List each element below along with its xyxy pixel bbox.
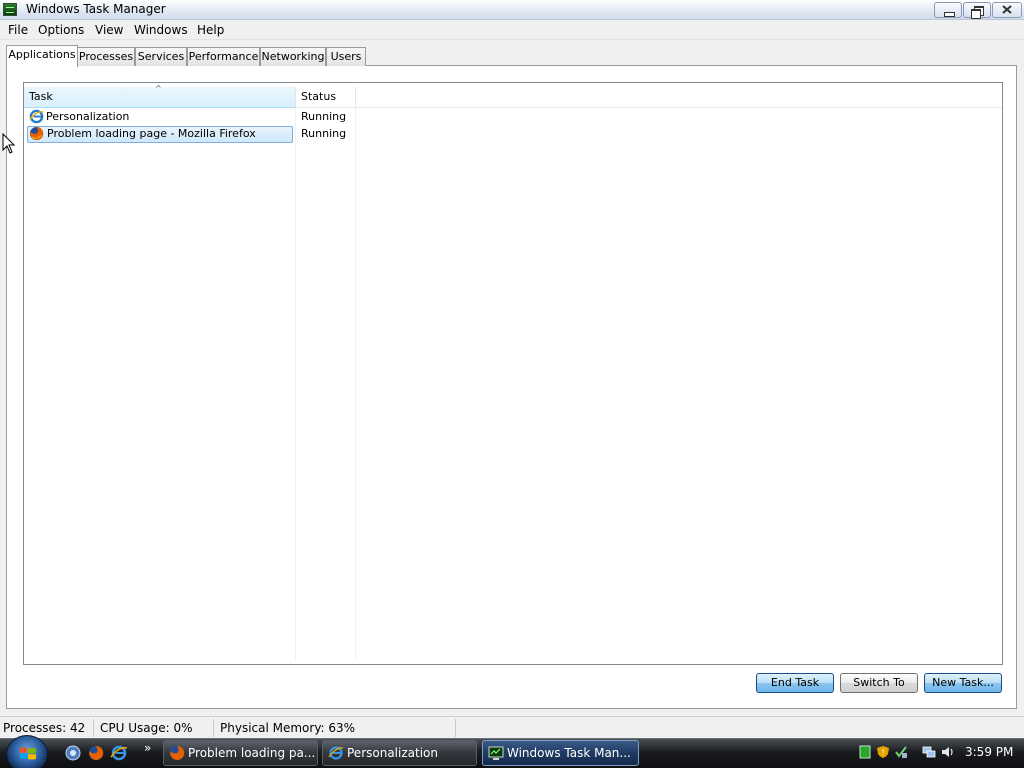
mouse-cursor-icon — [2, 133, 16, 154]
menu-options[interactable]: Options — [38, 23, 84, 37]
applications-list[interactable]: ^ Task Status Personalization Running Pr — [23, 82, 1003, 665]
clock[interactable]: 3:59 PM — [965, 745, 1013, 759]
volume-icon[interactable] — [941, 745, 955, 759]
internet-explorer-icon — [328, 746, 344, 760]
taskbar-item-task-manager[interactable]: Windows Task Man... — [482, 740, 639, 766]
quick-launch-overflow-icon[interactable]: » — [144, 741, 151, 755]
taskbar-item-label: Windows Task Man... — [507, 746, 631, 760]
start-button[interactable] — [6, 735, 48, 768]
new-task-button[interactable]: New Task... — [924, 673, 1002, 693]
show-desktop-icon[interactable] — [64, 744, 82, 762]
tab-processes[interactable]: Processes — [77, 47, 135, 66]
tab-users[interactable]: Users — [326, 47, 366, 66]
menu-file[interactable]: File — [8, 23, 28, 37]
status-divider — [93, 719, 94, 737]
status-divider — [213, 719, 214, 737]
physical-memory: Physical Memory: 63% — [220, 721, 356, 735]
firefox-icon[interactable] — [87, 744, 105, 762]
column-header-task-label: Task — [29, 90, 53, 103]
menu-bar: File Options View Windows Help — [0, 20, 1024, 40]
menu-help[interactable]: Help — [197, 23, 224, 37]
close-button[interactable] — [992, 2, 1022, 18]
restore-button[interactable] — [963, 2, 991, 19]
network-status-icon[interactable] — [894, 745, 908, 759]
window-title: Windows Task Manager — [26, 2, 166, 16]
task-manager-icon — [488, 746, 504, 760]
internet-explorer-icon[interactable] — [110, 744, 128, 762]
column-divider — [295, 108, 296, 661]
list-header: ^ Task Status — [24, 84, 1002, 108]
security-shield-icon[interactable]: ! — [876, 745, 890, 759]
restore-icon — [964, 3, 990, 19]
task-manager-icon — [3, 3, 17, 16]
processes-count: Processes: 42 — [3, 721, 86, 735]
taskbar-item-firefox[interactable]: Problem loading pa... — [163, 740, 318, 766]
taskbar-item-label: Problem loading pa... — [188, 746, 316, 760]
column-divider — [355, 108, 356, 661]
menu-windows[interactable]: Windows — [134, 23, 188, 37]
tab-applications[interactable]: Applications — [6, 45, 78, 67]
task-name: Problem loading page - Mozilla Firefox — [47, 127, 256, 140]
column-header-status[interactable]: Status — [296, 87, 356, 108]
column-header-task[interactable]: ^ Task — [24, 84, 296, 108]
end-task-button[interactable]: End Task — [756, 673, 834, 693]
status-bar: Processes: 42 CPU Usage: 0% Physical Mem… — [0, 716, 1024, 738]
network-connection-icon[interactable] — [922, 745, 936, 759]
status-divider — [455, 719, 456, 737]
taskbar-item-personalization[interactable]: Personalization — [322, 740, 477, 766]
firefox-icon — [29, 126, 44, 141]
menu-view[interactable]: View — [95, 23, 123, 37]
column-header-status-label: Status — [301, 90, 337, 103]
task-cell: Personalization — [27, 109, 293, 126]
minimize-button[interactable] — [934, 2, 962, 18]
windows-logo-icon — [20, 747, 36, 760]
close-icon — [1002, 5, 1012, 14]
svg-text:!: ! — [882, 748, 885, 757]
task-status: Running — [301, 110, 347, 123]
tab-networking[interactable]: Networking — [260, 47, 326, 66]
task-name: Personalization — [46, 110, 130, 123]
switch-to-button[interactable]: Switch To — [840, 673, 918, 693]
taskbar-item-label: Personalization — [347, 746, 438, 760]
tab-services[interactable]: Services — [135, 47, 187, 66]
title-bar[interactable]: Windows Task Manager — [0, 0, 1024, 20]
sort-ascending-icon: ^ — [155, 84, 162, 93]
tab-performance[interactable]: Performance — [187, 47, 260, 66]
battery-icon[interactable] — [858, 745, 872, 759]
firefox-icon — [170, 745, 185, 760]
internet-explorer-icon — [29, 109, 44, 124]
task-cell: Problem loading page - Mozilla Firefox — [27, 126, 293, 143]
minimize-icon — [935, 3, 961, 17]
system-tray: ! 3:59 PM — [853, 740, 1024, 766]
cpu-usage: CPU Usage: 0% — [100, 721, 193, 735]
task-status: Running — [301, 127, 347, 140]
